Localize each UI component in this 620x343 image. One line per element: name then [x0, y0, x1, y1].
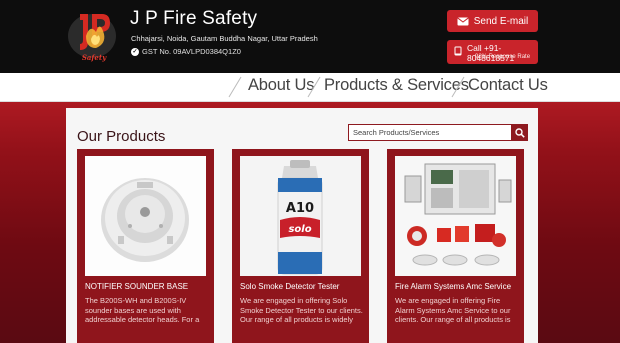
gst-text: GST No. 09AVLPD0384Q1Z0 [142, 47, 241, 56]
phone-icon [454, 46, 462, 56]
nav-contact-us[interactable]: Contact Us [468, 76, 548, 95]
product-search [348, 124, 528, 141]
search-button[interactable] [512, 124, 528, 141]
svg-text:A10: A10 [286, 201, 314, 216]
page-title: Our Products [77, 128, 166, 145]
site-header: Safety J P Fire Safety Chhajarsi, Noida,… [0, 0, 620, 73]
svg-text:Safety: Safety [82, 53, 107, 62]
send-email-button[interactable]: Send E-mail [447, 10, 538, 32]
nav-separator [451, 76, 465, 98]
product-card[interactable]: NOTIFIER SOUNDER BASE The B200S-WH and B… [77, 149, 214, 343]
company-address: Chhajarsi, Noida, Gautam Buddha Nagar, U… [131, 34, 318, 43]
check-icon: ✓ [131, 47, 139, 56]
nav-separator [228, 76, 242, 98]
call-number: Call +91-8048618571 [467, 43, 515, 63]
main-nav: About Us Products & Services Contact Us [0, 73, 620, 102]
nav-products-services[interactable]: Products & Services [324, 76, 469, 95]
product-description: We are engaged in offering Fire Alarm Sy… [395, 296, 511, 324]
company-logo[interactable]: Safety [66, 6, 122, 64]
products-panel: Our Products Search Products/Services NO… [66, 108, 538, 343]
nav-separator [307, 76, 321, 98]
svg-text:solo: solo [288, 224, 311, 235]
search-icon [515, 127, 525, 138]
envelope-icon [456, 16, 469, 25]
product-card[interactable]: Fire Alarm Systems Amc Service We are en… [387, 149, 524, 343]
product-title[interactable]: Fire Alarm Systems Amc Service [395, 282, 511, 291]
call-button[interactable]: Call +91-8048618571 92% Response Rate [447, 40, 538, 64]
product-title[interactable]: Solo Smoke Detector Tester [240, 282, 339, 291]
response-rate: 92% Response Rate [475, 54, 531, 60]
send-email-label: Send E-mail [473, 15, 529, 27]
product-image-smoke-tester[interactable]: A10 solo [240, 156, 361, 276]
product-image-fire-alarm[interactable] [395, 156, 516, 276]
product-description: The B200S-WH and B200S-IV sounder bases … [85, 296, 200, 324]
product-description: We are engaged in offering Solo Smoke De… [240, 296, 363, 324]
search-input[interactable] [348, 124, 512, 141]
nav-about-us[interactable]: About Us [248, 76, 314, 95]
company-name[interactable]: J P Fire Safety [130, 8, 257, 30]
product-image-sounder-base[interactable] [85, 156, 206, 276]
product-card[interactable]: A10 solo Solo Smoke Detector Tester We a… [232, 149, 369, 343]
product-title[interactable]: NOTIFIER SOUNDER BASE [85, 282, 188, 291]
gst-number: ✓ GST No. 09AVLPD0384Q1Z0 [131, 47, 241, 56]
